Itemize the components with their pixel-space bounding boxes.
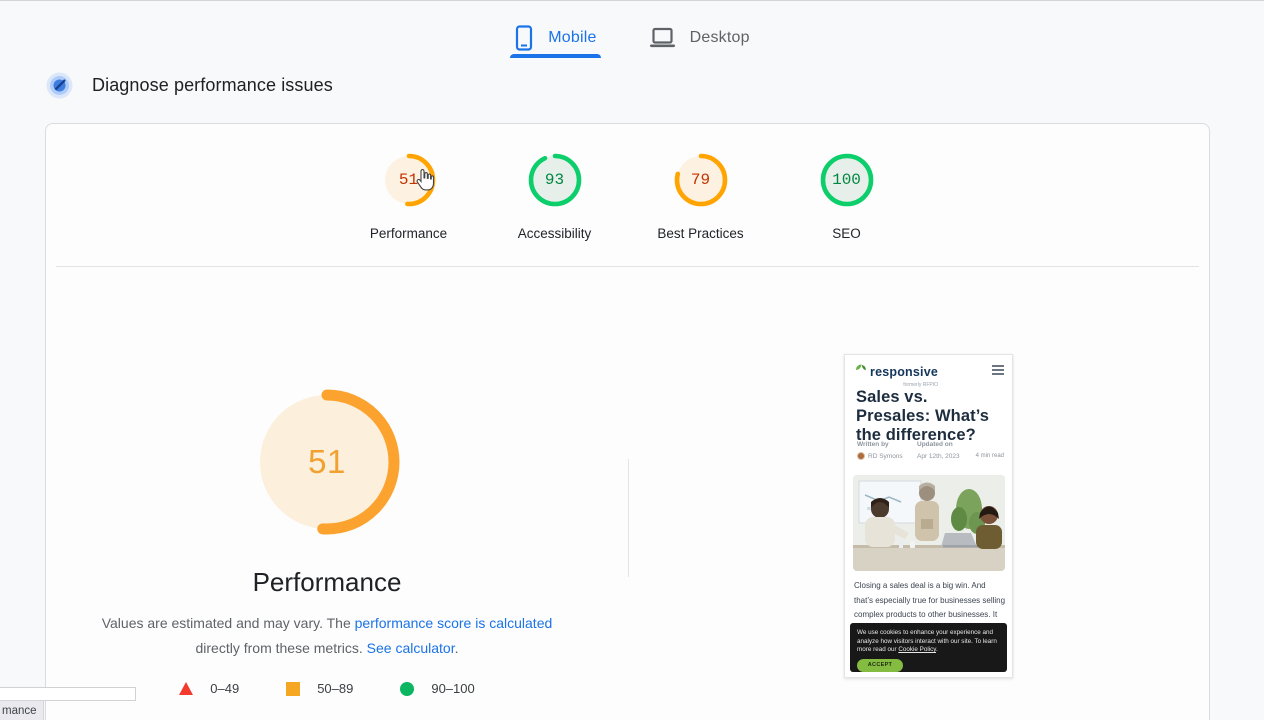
average-square-icon (286, 682, 300, 696)
author-avatar (857, 452, 865, 460)
score-best-practices[interactable]: 79 Best Practices (649, 152, 753, 241)
fail-triangle-icon (179, 682, 193, 695)
article-date: Apr 12th, 2023 (917, 453, 960, 460)
cookie-banner: We use cookies to enhance your experienc… (850, 623, 1007, 672)
article-photo (853, 475, 1005, 571)
tab-desktop[interactable]: Desktop (645, 1, 754, 58)
best-practices-gauge: 79 (673, 152, 729, 208)
best-practices-score-label: Best Practices (657, 226, 743, 241)
page-title: Diagnose performance issues (92, 75, 333, 96)
thumbnail-site-header: responsive formerly RFPIO (855, 363, 1004, 388)
tab-mobile-label: Mobile (548, 29, 596, 47)
pass-circle-icon (400, 682, 414, 696)
performance-big-gauge: 51 (252, 387, 402, 537)
diagnose-header: Diagnose performance issues (46, 72, 333, 99)
score-calculated-link[interactable]: performance score is calculated (355, 615, 553, 631)
description-text: directly from these metrics. (196, 640, 367, 656)
legend-fail-range: 0–49 (210, 681, 239, 696)
legend-fail: 0–49 (179, 681, 239, 696)
author-name: RD Symons (868, 453, 903, 460)
tab-mobile[interactable]: Mobile (510, 1, 600, 58)
cookie-policy-link: Cookie Policy (898, 646, 936, 653)
pane-divider (628, 459, 629, 577)
legend-pass-range: 90–100 (431, 681, 474, 696)
desktop-icon (649, 27, 676, 49)
pagespeed-icon (46, 72, 73, 99)
seo-score-label: SEO (832, 226, 861, 241)
best-practices-score-value: 79 (673, 152, 729, 208)
updated-on-label: Updated on (917, 441, 953, 448)
article-byline: Written by Updated on RD Symons Apr 12th… (857, 441, 1004, 460)
page-screenshot-thumbnail: responsive formerly RFPIO Sales vs. Pres… (844, 354, 1013, 678)
report-card: 51 Performance 93 Accessibility (45, 123, 1210, 720)
pagespeed-insights-report: Mobile Desktop Diagnose performance issu… (0, 0, 1264, 720)
legend-pass: 90–100 (400, 681, 474, 696)
performance-section-title: Performance (46, 567, 608, 598)
description-text: Values are estimated and may vary. The (102, 615, 355, 631)
status-bar-text: mance (0, 700, 44, 720)
written-by-label: Written by (857, 441, 917, 448)
score-seo[interactable]: 100 SEO (795, 152, 899, 241)
seo-gauge: 100 (819, 152, 875, 208)
site-logo-icon (855, 363, 867, 375)
article-title: Sales vs. Presales: What’s the differenc… (856, 388, 996, 445)
tooltip-remnant (0, 687, 136, 701)
read-time: 4 min read (976, 453, 1004, 459)
menu-icon (992, 365, 1004, 375)
mobile-icon (514, 25, 534, 51)
device-tabs: Mobile Desktop (0, 1, 1264, 58)
active-tab-underline (510, 54, 600, 58)
performance-big-score: 51 (252, 387, 402, 537)
cookie-accept-button: ACCEPT (857, 659, 903, 672)
legend-average: 50–89 (286, 681, 353, 696)
site-logo: responsive formerly RFPIO (855, 363, 938, 388)
seo-score-value: 100 (819, 152, 875, 208)
tab-desktop-label: Desktop (690, 29, 750, 47)
description-text: . (455, 640, 459, 656)
cookie-text-period: . (936, 646, 938, 653)
see-calculator-link[interactable]: See calculator (367, 640, 455, 656)
performance-description: Values are estimated and may vary. The p… (87, 611, 567, 661)
performance-section: 51 Performance Values are estimated and … (46, 124, 608, 720)
site-logo-text: responsive (870, 365, 938, 379)
legend-average-range: 50–89 (317, 681, 353, 696)
